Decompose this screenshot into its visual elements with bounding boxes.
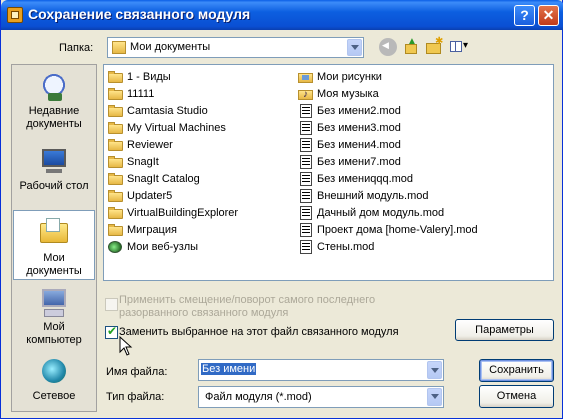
place-label: Недавние документы <box>26 105 82 130</box>
list-item[interactable]: My Virtual Machines <box>108 120 226 136</box>
list-item[interactable]: Без имени2.mod <box>298 103 401 119</box>
mod-file-icon <box>298 240 314 254</box>
list-item[interactable]: SnagIt <box>108 154 159 170</box>
window-title: Сохранение связанного модуля <box>28 6 251 22</box>
list-item[interactable]: Стены.mod <box>298 239 374 255</box>
filename-value: Без имени <box>201 363 257 375</box>
mod-file-icon <box>298 138 314 152</box>
replace-selected-checkbox[interactable] <box>105 324 118 339</box>
list-item[interactable]: 11111 <box>108 86 154 102</box>
title-bar[interactable]: Сохранение связанного модуля ? ✕ <box>1 0 563 30</box>
recent-documents-icon <box>38 71 70 103</box>
filetype-dropdown[interactable]: Файл модуля (*.mod) <box>198 386 444 408</box>
place-label: Рабочий стол <box>19 180 89 192</box>
mod-file-icon <box>298 104 314 118</box>
filename-label: Имя файла: <box>106 366 168 378</box>
network-icon <box>38 355 70 387</box>
desktop-icon <box>38 145 70 177</box>
my-documents-small-icon <box>112 41 126 54</box>
up-folder-icon[interactable] <box>403 36 421 56</box>
folder-icon <box>108 138 124 152</box>
chevron-down-icon[interactable] <box>347 39 362 56</box>
folder-dropdown[interactable]: Мои документы <box>107 37 364 58</box>
folder-label: Папка: <box>59 42 94 54</box>
folder-icon <box>108 104 124 118</box>
cancel-button[interactable]: Отмена <box>479 385 554 408</box>
my-computer-icon <box>38 287 70 319</box>
folder-icon <box>108 155 124 169</box>
mod-file-icon <box>298 172 314 186</box>
place-label: Сетевое <box>32 390 76 402</box>
place-my-documents[interactable]: Мои документы <box>13 210 95 280</box>
list-item[interactable]: Миграция <box>108 222 177 238</box>
list-item[interactable]: Camtasia Studio <box>108 103 208 119</box>
filetype-value: Файл модуля (*.mod) <box>205 391 312 403</box>
music-folder-icon <box>298 87 314 103</box>
my-documents-icon <box>38 215 70 247</box>
save-button[interactable]: Сохранить <box>479 359 554 382</box>
mod-file-icon <box>298 223 314 237</box>
list-item[interactable]: Без имени7.mod <box>298 154 401 170</box>
place-label: Мой компьютер <box>26 321 82 346</box>
file-list[interactable]: 1 - Виды 11111 Camtasia Studio My Virtua… <box>103 64 554 281</box>
mod-file-icon <box>298 206 314 220</box>
replace-selected-label: Заменить выбранное на этот файл связанно… <box>119 326 399 338</box>
list-item[interactable]: Мои рисунки <box>298 69 382 85</box>
list-item[interactable]: Без имени4.mod <box>298 137 401 153</box>
folder-icon <box>108 70 124 84</box>
place-network[interactable]: Сетевое <box>12 355 96 403</box>
list-item[interactable]: Проект дома [home-Valery].mod <box>298 222 478 238</box>
new-folder-icon[interactable] <box>425 36 443 56</box>
mod-file-icon <box>298 121 314 135</box>
list-item[interactable]: 1 - Виды <box>108 69 171 85</box>
mod-file-icon <box>298 189 314 203</box>
save-linked-module-dialog: Сохранение связанного модуля ? ✕ Папка: … <box>0 0 563 419</box>
folder-icon <box>108 189 124 203</box>
view-menu-icon[interactable] <box>449 38 471 56</box>
mod-file-icon <box>298 155 314 169</box>
list-item[interactable]: Updater5 <box>108 188 172 204</box>
folder-icon <box>108 223 124 237</box>
place-desktop[interactable]: Рабочий стол <box>12 145 96 193</box>
list-item[interactable]: Дачный дом модуль.mod <box>298 205 444 221</box>
help-button[interactable]: ? <box>514 5 535 26</box>
place-recent-documents[interactable]: Недавние документы <box>12 71 96 131</box>
chevron-down-icon[interactable] <box>427 361 442 379</box>
chevron-down-icon[interactable] <box>427 388 442 406</box>
list-item[interactable]: SnagIt Catalog <box>108 171 200 187</box>
web-folder-icon <box>108 240 124 254</box>
apply-offset-checkbox[interactable] <box>105 298 118 311</box>
folder-icon <box>108 206 124 220</box>
folder-current: Мои документы <box>130 41 211 53</box>
list-item[interactable]: Моя музыка <box>298 86 379 103</box>
parameters-button[interactable]: Параметры <box>455 319 554 341</box>
back-icon[interactable] <box>379 38 397 56</box>
list-item[interactable]: VirtualBuildingExplorer <box>108 205 238 221</box>
close-button[interactable]: ✕ <box>538 5 559 26</box>
list-item[interactable]: Без имени3.mod <box>298 120 401 136</box>
place-label: Мои документы <box>26 252 82 277</box>
app-icon <box>7 7 23 23</box>
filename-field[interactable]: Без имени <box>198 359 444 381</box>
apply-offset-label: Применить смещение/поворот самого послед… <box>119 294 376 319</box>
mouse-cursor-icon <box>119 336 133 356</box>
place-my-computer[interactable]: Мой компьютер <box>12 287 96 347</box>
list-item[interactable]: Мои веб-узлы <box>108 239 198 255</box>
folder-icon <box>108 87 124 101</box>
pictures-folder-icon <box>298 70 314 84</box>
filetype-label: Тип файла: <box>106 391 165 403</box>
list-item[interactable]: Внешний модуль.mod <box>298 188 429 204</box>
list-item[interactable]: Без имениqqq.mod <box>298 171 413 187</box>
places-bar: Недавние документы Рабочий стол Мои доку… <box>11 64 97 412</box>
folder-icon <box>108 172 124 186</box>
folder-icon <box>108 121 124 135</box>
list-item[interactable]: Reviewer <box>108 137 173 153</box>
